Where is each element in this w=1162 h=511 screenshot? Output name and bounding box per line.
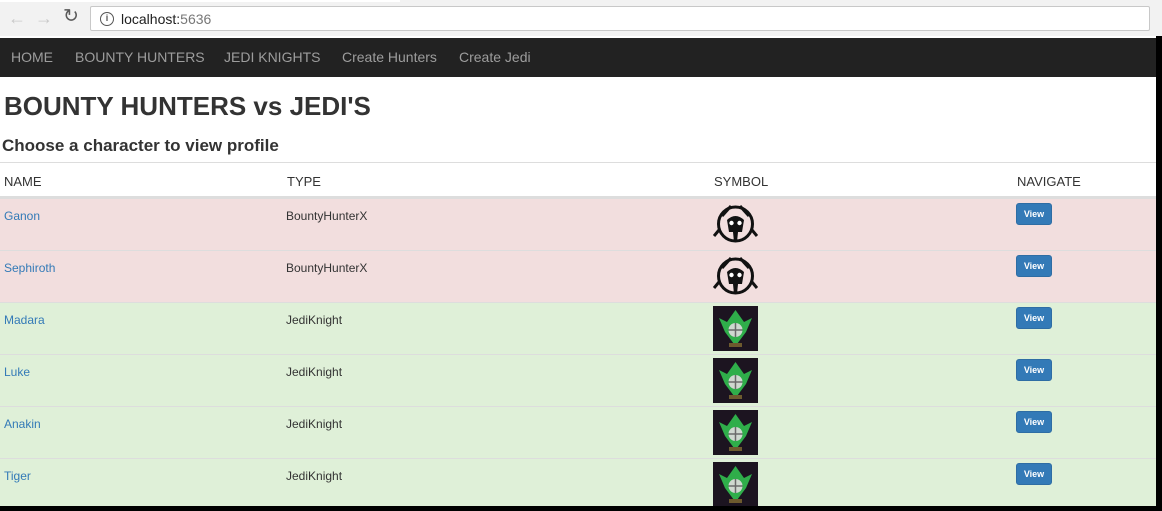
table-row: Sephiroth BountyHunterX View — [0, 250, 1156, 302]
table-row: Madara JediKnight View — [0, 302, 1156, 354]
bounty-hunter-skull-icon — [712, 202, 759, 247]
page-title: BOUNTY HUNTERS vs JEDI'S — [4, 91, 371, 121]
navigate-cell: View — [1016, 255, 1052, 277]
page-content: HOME BOUNTY HUNTERS JEDI KNIGHTS Create … — [0, 36, 1156, 506]
jedi-crest-icon — [713, 306, 758, 351]
view-button[interactable]: View — [1016, 463, 1052, 485]
header-symbol: SYMBOL — [714, 174, 769, 189]
table-row: Luke JediKnight View — [0, 354, 1156, 406]
character-name-link[interactable]: Anakin — [4, 417, 41, 431]
nav-home[interactable]: HOME — [11, 49, 53, 65]
table-row: Tiger JediKnight View — [0, 458, 1156, 506]
header-name: NAME — [4, 174, 42, 189]
jedi-crest-icon — [713, 462, 758, 506]
character-type: JediKnight — [286, 417, 343, 431]
nav-create-hunters[interactable]: Create Hunters — [342, 49, 437, 65]
character-type: JediKnight — [286, 469, 343, 483]
character-name-link[interactable]: Madara — [4, 313, 45, 327]
view-button[interactable]: View — [1016, 307, 1052, 329]
view-button[interactable]: View — [1016, 255, 1052, 277]
browser-toolbar: ← → ↻ i localhost:5636 — [0, 0, 1162, 36]
navigate-cell: View — [1016, 203, 1052, 225]
nav-create-jedi[interactable]: Create Jedi — [459, 49, 531, 65]
tab-strip-edge — [0, 0, 400, 2]
info-icon[interactable]: i — [100, 12, 114, 26]
character-type: JediKnight — [286, 365, 343, 379]
bounty-hunter-skull-icon — [712, 254, 759, 299]
navigate-cell: View — [1016, 359, 1052, 381]
view-button[interactable]: View — [1016, 203, 1052, 225]
navigate-cell: View — [1016, 463, 1052, 485]
address-bar[interactable]: i localhost:5636 — [90, 6, 1150, 31]
arrow-left-icon[interactable]: ← — [8, 9, 26, 27]
view-button[interactable]: View — [1016, 411, 1052, 433]
character-name-link[interactable]: Luke — [4, 365, 30, 379]
nav-bounty-hunters[interactable]: BOUNTY HUNTERS — [75, 49, 205, 65]
navigate-cell: View — [1016, 307, 1052, 329]
table-row: Anakin JediKnight View — [0, 406, 1156, 458]
character-type: BountyHunterX — [286, 261, 368, 275]
nav-jedi-knights[interactable]: JEDI KNIGHTS — [224, 49, 320, 65]
character-type: BountyHunterX — [286, 209, 368, 223]
table-header: NAME TYPE SYMBOL NAVIGATE — [0, 162, 1156, 198]
view-button[interactable]: View — [1016, 359, 1052, 381]
jedi-crest-icon — [713, 410, 758, 455]
header-navigate: NAVIGATE — [1017, 174, 1081, 189]
url-port: 5636 — [180, 11, 212, 27]
navigate-cell: View — [1016, 411, 1052, 433]
header-type: TYPE — [287, 174, 321, 189]
character-name-link[interactable]: Ganon — [4, 209, 40, 223]
reload-icon[interactable]: ↻ — [63, 7, 79, 26]
top-navbar: HOME BOUNTY HUNTERS JEDI KNIGHTS Create … — [0, 38, 1156, 77]
characters-table: NAME TYPE SYMBOL NAVIGATE Ganon BountyHu… — [0, 162, 1156, 506]
arrow-right-icon[interactable]: → — [35, 9, 53, 27]
character-type: JediKnight — [286, 313, 343, 327]
page-subtitle: Choose a character to view profile — [2, 136, 279, 155]
character-name-link[interactable]: Sephiroth — [4, 261, 55, 275]
character-name-link[interactable]: Tiger — [4, 469, 31, 483]
url-host: localhost: — [121, 11, 181, 27]
jedi-crest-icon — [713, 358, 758, 403]
table-row: Ganon BountyHunterX View — [0, 198, 1156, 250]
url-text: localhost:5636 — [121, 11, 211, 27]
